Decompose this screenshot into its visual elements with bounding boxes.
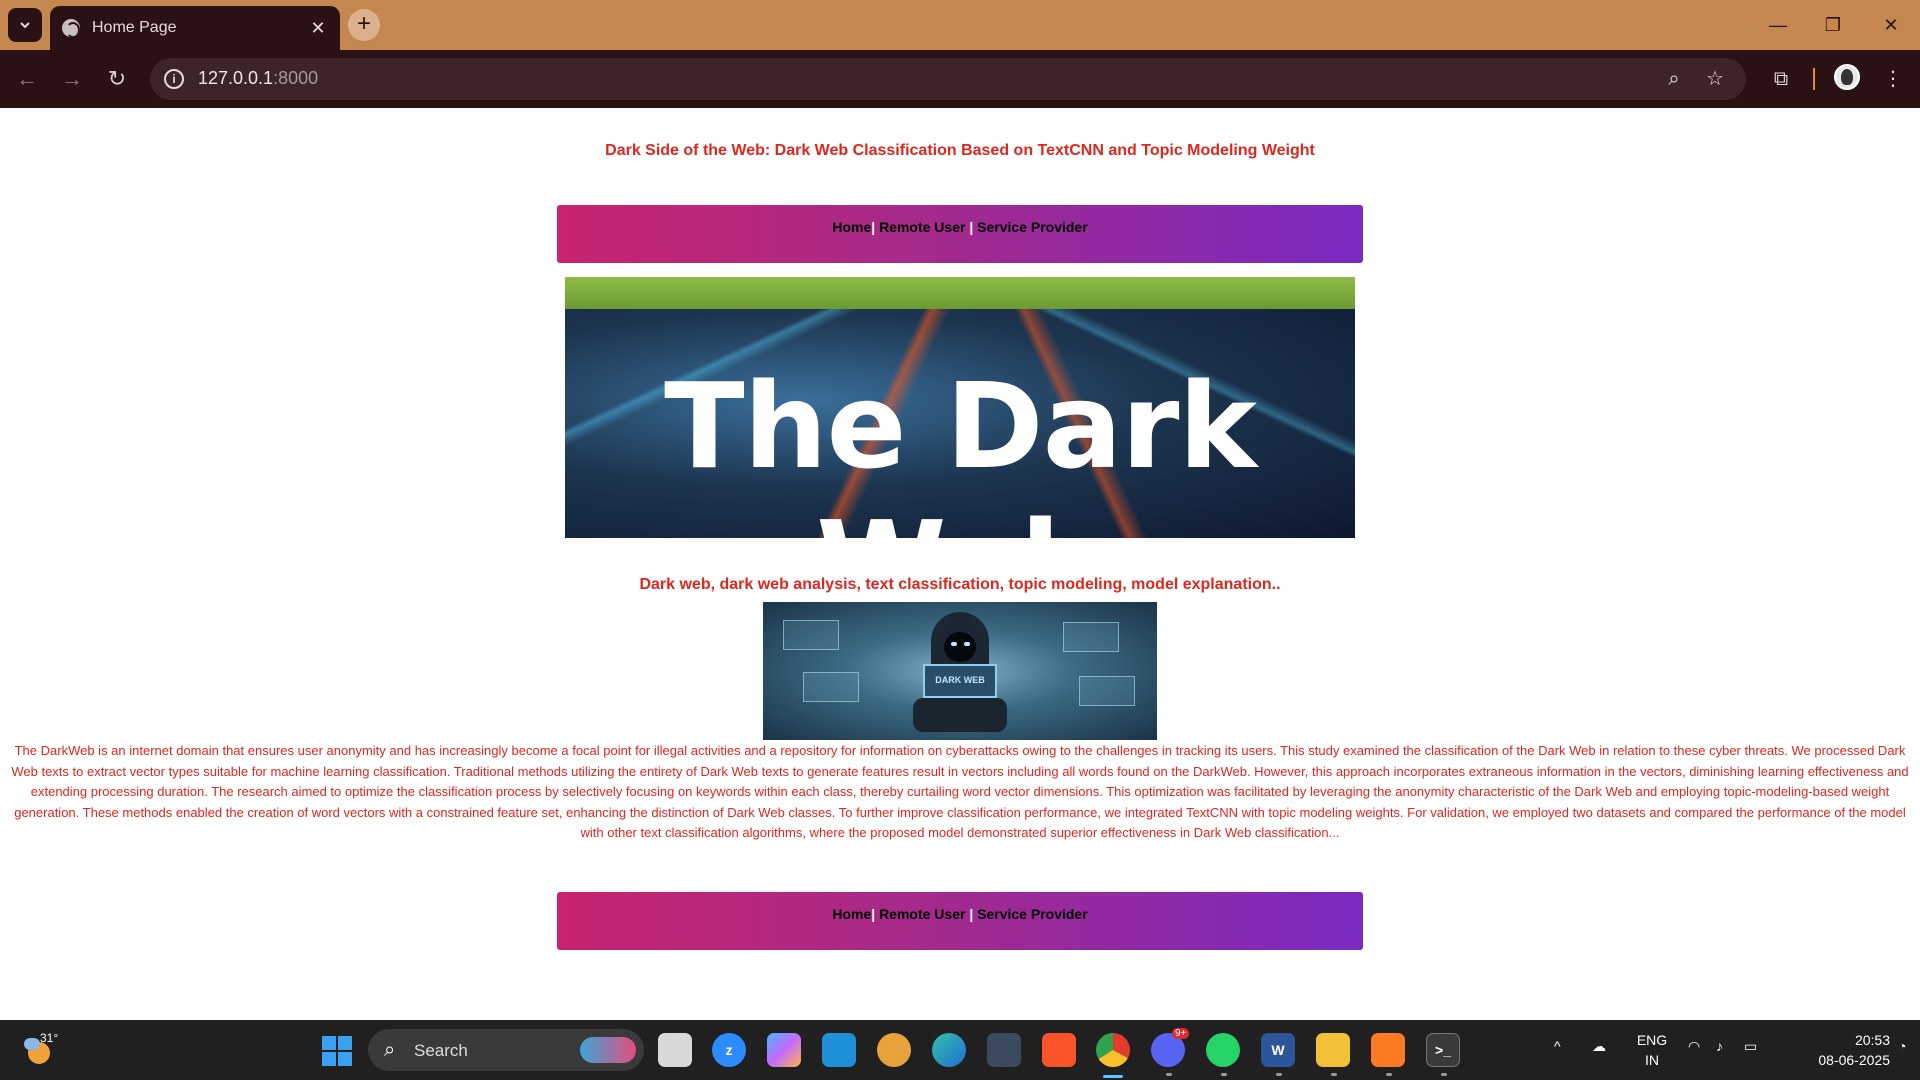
terminal-icon[interactable]: >_	[1426, 1033, 1460, 1067]
clock-time: 20:53	[1854, 1032, 1890, 1048]
clock-date: 08-06-2025	[1818, 1052, 1890, 1068]
battery-icon[interactable]: ▭	[1744, 1038, 1757, 1055]
running-indicator	[1166, 1073, 1172, 1076]
laptop-screen: DARK WEB	[923, 664, 997, 698]
medal-app-icon[interactable]	[877, 1033, 911, 1067]
nav-separator: |	[969, 219, 974, 235]
browser-tab[interactable]: Home Page ✕	[50, 6, 340, 50]
windows-start-icon[interactable]	[322, 1036, 352, 1066]
hacker-eye	[964, 642, 970, 646]
nav-separator: |	[969, 906, 974, 922]
zoom-app-icon[interactable]: z	[712, 1033, 746, 1067]
web-page: Dark Side of the Web: Dark Web Classific…	[0, 108, 1920, 1020]
system-clock[interactable]: 20:53 08-06-2025	[1780, 1030, 1890, 1070]
edge-icon[interactable]	[932, 1033, 966, 1067]
hologram-panel	[1063, 622, 1119, 652]
chrome-icon[interactable]	[1096, 1033, 1130, 1067]
browser-toolbar: ← → ↻ i 127.0.0.1:8000 ⌕ ☆ ⧉ ⋮	[0, 50, 1920, 108]
tab-list-button[interactable]	[8, 8, 42, 42]
profile-avatar[interactable]	[1834, 64, 1860, 90]
abstract-paragraph: The DarkWeb is an internet domain that e…	[11, 743, 1909, 840]
desktop-app-icon[interactable]	[822, 1033, 856, 1067]
browser-title-bar: Home Page ✕ + — ❐ ✕	[0, 0, 1920, 50]
hologram-panel	[1079, 676, 1135, 706]
nav-separator: |	[871, 906, 876, 922]
tab-close-icon[interactable]: ✕	[308, 18, 328, 39]
nav-menu-top: Home| Remote User | Service Provider	[557, 205, 1363, 263]
nav-link-remote-user[interactable]: Remote User	[879, 906, 965, 922]
hacker-eye	[951, 642, 957, 646]
search-highlight-image	[580, 1037, 636, 1063]
forward-icon[interactable]: →	[57, 64, 87, 94]
running-indicator	[1441, 1073, 1447, 1076]
notification-icon[interactable]: ◔	[1898, 1038, 1906, 1054]
keywords-line: Dark web, dark web analysis, text classi…	[639, 576, 1281, 593]
reload-icon[interactable]: ↻	[102, 64, 132, 94]
chevron-down-icon	[20, 22, 30, 29]
star-icon[interactable]: ☆	[1703, 67, 1727, 91]
menu-dots-icon[interactable]: ⋮	[1878, 64, 1908, 94]
new-tab-button[interactable]: +	[348, 9, 380, 41]
extensions-icon[interactable]: ⧉	[1766, 64, 1796, 94]
back-icon[interactable]: ←	[12, 64, 42, 94]
search-label: Search	[414, 1041, 468, 1060]
active-app-indicator	[1103, 1075, 1123, 1078]
zoom-icon[interactable]: ⌕	[1662, 67, 1686, 91]
hacker-legs	[913, 698, 1007, 732]
file-explorer-icon[interactable]	[1316, 1033, 1350, 1067]
region-code: IN	[1645, 1052, 1659, 1068]
hacker-image: DARK WEB	[763, 602, 1157, 740]
running-indicator	[1221, 1073, 1227, 1076]
volume-icon[interactable]: ♪	[1716, 1038, 1723, 1054]
nav-link-service-provider[interactable]: Service Provider	[977, 906, 1088, 922]
word-icon[interactable]: W	[1261, 1033, 1295, 1067]
photo-app-icon[interactable]	[987, 1033, 1021, 1067]
hacker-face	[944, 632, 976, 662]
search-icon: ⌕	[384, 1039, 396, 1061]
language-indicator[interactable]: ENG IN	[1634, 1030, 1670, 1070]
globe-icon	[62, 19, 80, 37]
hologram-panel	[783, 620, 839, 650]
task-view-icon[interactable]	[658, 1033, 692, 1067]
running-indicator	[1331, 1073, 1337, 1076]
copilot-icon[interactable]	[767, 1033, 801, 1067]
banner-title: The Dark Web	[664, 357, 1257, 538]
close-window-button[interactable]: ✕	[1871, 10, 1911, 40]
address-bar[interactable]: i 127.0.0.1:8000 ⌕ ☆	[150, 58, 1746, 100]
page-title: Dark Side of the Web: Dark Web Classific…	[605, 142, 1315, 159]
restore-button[interactable]: ❐	[1813, 10, 1853, 40]
running-indicator	[1276, 1073, 1282, 1076]
url-text[interactable]: 127.0.0.1:8000	[198, 68, 318, 89]
whatsapp-icon[interactable]	[1206, 1033, 1240, 1067]
tab-title: Home Page	[92, 19, 177, 36]
nav-link-home[interactable]: Home	[832, 906, 871, 922]
brave-icon[interactable]	[1042, 1033, 1076, 1067]
chevron-up-icon[interactable]: ^	[1554, 1038, 1561, 1054]
laptop-label: DARK WEB	[935, 675, 985, 685]
weather-temperature[interactable]: 31°	[40, 1031, 58, 1045]
nav-menu-bottom: Home| Remote User | Service Provider	[557, 892, 1363, 950]
cloud-shape	[24, 1038, 40, 1050]
nav-link-remote-user[interactable]: Remote User	[879, 219, 965, 235]
taskbar-search[interactable]: ⌕ Search	[368, 1029, 644, 1071]
nav-separator: |	[871, 219, 876, 235]
toolbar-separator	[1813, 68, 1815, 90]
onedrive-icon[interactable]: ☁	[1592, 1038, 1606, 1055]
info-icon[interactable]: i	[164, 69, 184, 89]
wifi-icon[interactable]: ◠	[1688, 1038, 1700, 1055]
language-code: ENG	[1636, 1032, 1668, 1048]
windows-taskbar: 31° ⌕ Search z 9+ W >_ ^ ☁ ENG IN ◠ ♪ ▭ …	[0, 1020, 1920, 1080]
minimize-button[interactable]: —	[1758, 10, 1798, 40]
xampp-icon[interactable]	[1371, 1033, 1405, 1067]
running-indicator	[1386, 1073, 1392, 1076]
nav-link-service-provider[interactable]: Service Provider	[977, 219, 1088, 235]
dark-web-banner: The Dark Web	[565, 277, 1355, 538]
nav-link-home[interactable]: Home	[832, 219, 871, 235]
banner-green-strip	[565, 277, 1355, 309]
discord-badge: 9+	[1172, 1028, 1190, 1039]
hologram-panel	[803, 672, 859, 702]
